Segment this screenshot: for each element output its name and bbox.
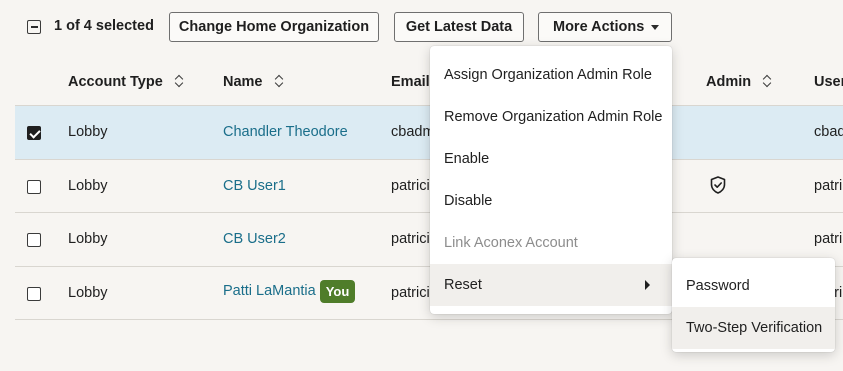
column-header-label: Email [391,74,430,90]
sort-icon[interactable] [763,75,771,87]
menu-item-remove-org-admin-role[interactable]: Remove Organization Admin Role [430,96,672,138]
selection-count: 1 of 4 selected [54,18,154,34]
toolbar: 1 of 4 selected Change Home Organization… [0,0,843,52]
row-checkbox[interactable] [27,233,41,247]
more-actions-button[interactable]: More Actions [538,12,672,42]
table-row[interactable]: Lobby CB User1 patricia patri [15,160,843,213]
user-cell: patri [814,177,843,194]
more-actions-menu: Assign Organization Admin Role Remove Or… [430,46,672,314]
row-checkbox[interactable] [27,126,41,140]
name-link[interactable]: CB User1 [223,178,286,194]
row-checkbox[interactable] [27,286,41,301]
user-cell: cbadm [814,124,843,140]
column-header-label: Name [223,74,263,90]
submenu-item-password[interactable]: Password [672,265,835,307]
menu-item-reset[interactable]: Reset [430,264,672,306]
name-cell: Patti LaMantia You [223,279,356,303]
column-header-account-type[interactable]: Account Type [68,74,183,90]
table-row[interactable]: Lobby Chandler Theodore cbadmin cbadm [15,106,843,160]
column-header-label: User [814,74,843,90]
menu-item-disable[interactable]: Disable [430,180,672,222]
chevron-right-icon [645,280,650,290]
change-home-organization-button[interactable]: Change Home Organization [169,12,379,42]
sort-icon[interactable] [175,75,183,87]
you-badge: You [319,279,356,303]
column-header-email[interactable]: Email [391,74,430,90]
chevron-down-icon [651,25,659,30]
column-header-user[interactable]: User [814,74,843,90]
name-link[interactable]: Chandler Theodore [223,124,348,140]
column-header-label: Account Type [68,74,163,90]
account-type-cell: Lobby [68,177,108,194]
submenu-item-two-step-verification[interactable]: Two-Step Verification [672,307,835,349]
account-type-cell: Lobby [68,124,108,140]
shield-check-icon [710,175,726,194]
sort-icon[interactable] [275,75,283,87]
user-cell: patri [814,231,843,247]
column-header-label: Admin [706,74,752,90]
menu-item-enable[interactable]: Enable [430,138,672,180]
menu-item-link-aconex-account: Link Aconex Account [444,235,578,251]
menu-item-assign-org-admin-role[interactable]: Assign Organization Admin Role [430,54,672,96]
account-type-cell: Lobby [68,284,108,301]
name-link[interactable]: CB User2 [223,231,286,247]
column-header-name[interactable]: Name [223,74,283,90]
more-actions-label: More Actions [553,19,645,35]
table-header: Account Type Name Email Admin User [15,52,843,106]
menu-item-reset-label: Reset [444,277,482,293]
column-header-admin[interactable]: Admin [706,74,771,90]
deselect-all-checkbox[interactable] [27,20,41,34]
account-type-cell: Lobby [68,231,108,247]
name-link[interactable]: Patti LaMantia [223,283,316,299]
reset-submenu: Password Two-Step Verification [672,258,835,352]
get-latest-data-button[interactable]: Get Latest Data [394,12,524,42]
row-checkbox[interactable] [27,179,41,194]
